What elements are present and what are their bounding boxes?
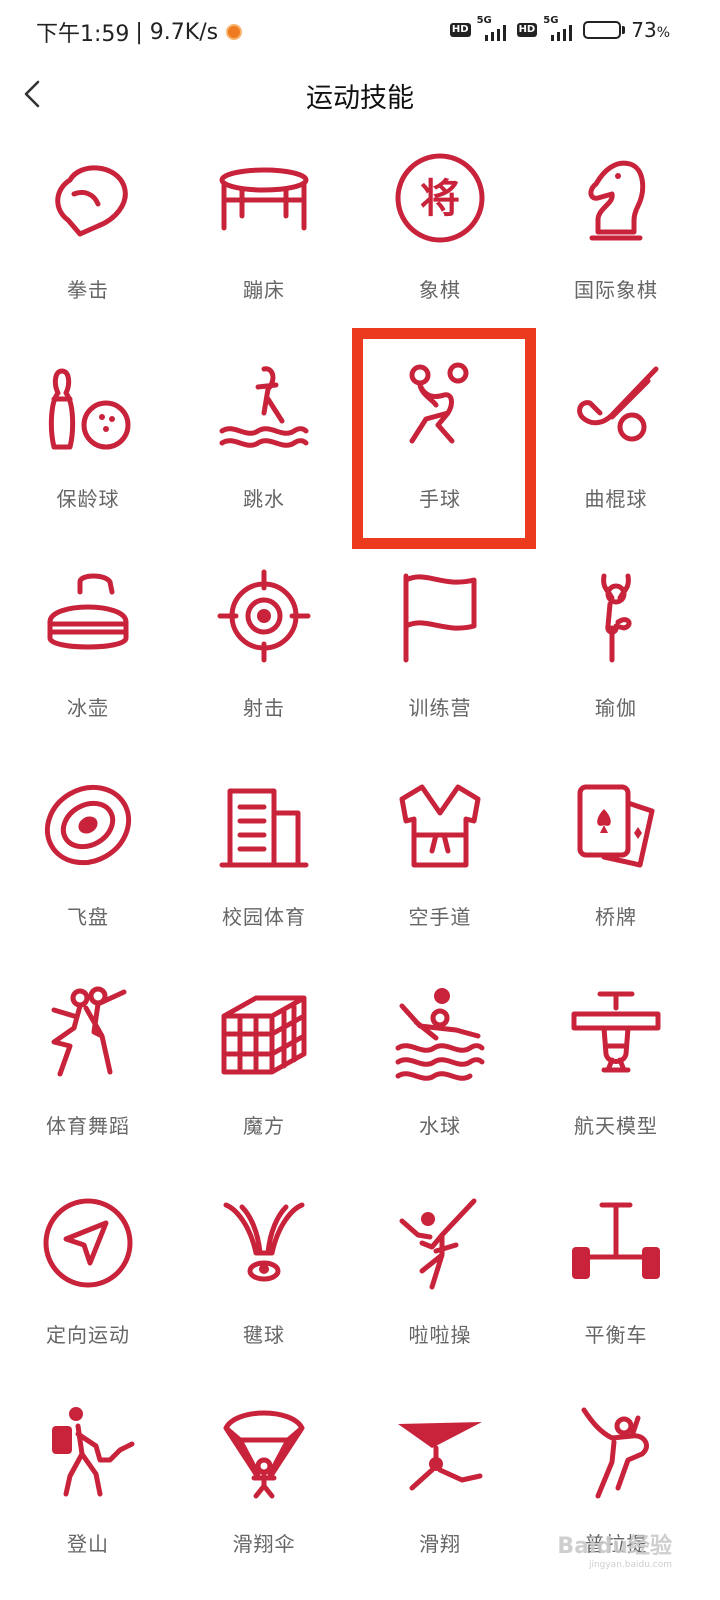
paraglider-icon	[216, 1404, 312, 1500]
balance-scooter-icon	[568, 1195, 664, 1291]
shuttlecock-icon	[216, 1195, 312, 1291]
signal-5g-icon-2: 5G	[543, 15, 577, 41]
skill-item-16[interactable]: 体育舞蹈	[0, 976, 176, 1185]
chess-knight-icon	[568, 150, 664, 246]
skill-item-14[interactable]: 空手道	[352, 767, 528, 976]
frisbee-icon	[40, 777, 136, 873]
hang-glider-icon	[392, 1404, 488, 1500]
network-speed: | 9.7K/s	[135, 19, 219, 45]
skill-item-25[interactable]: 滑翔伞	[176, 1394, 352, 1600]
skill-item-2[interactable]: 将象棋	[352, 140, 528, 349]
skill-label: 飞盘	[67, 905, 109, 929]
skill-label: 魔方	[243, 1114, 285, 1138]
skill-item-12[interactable]: 飞盘	[0, 767, 176, 976]
trampoline-icon	[216, 150, 312, 246]
highlight-box	[352, 328, 536, 549]
skill-item-26[interactable]: 滑翔	[352, 1394, 528, 1600]
battery-percent: 73%	[631, 18, 670, 42]
skill-item-7[interactable]: 曲棍球	[528, 349, 704, 558]
skill-label: 航天模型	[574, 1114, 658, 1138]
skill-label: 冰壶	[67, 696, 109, 720]
page-header: 运动技能	[0, 64, 720, 124]
clock: 下午1:59	[36, 22, 130, 47]
skill-item-17[interactable]: 魔方	[176, 976, 352, 1185]
skill-label: 拳击	[67, 278, 109, 302]
building-icon	[216, 777, 312, 873]
skill-item-9[interactable]: 射击	[176, 558, 352, 767]
skill-item-24[interactable]: 登山	[0, 1394, 176, 1600]
signal-5g-icon: 5G	[477, 15, 511, 41]
skill-item-20[interactable]: 定向运动	[0, 1185, 176, 1394]
diving-icon	[216, 359, 312, 455]
curling-icon	[40, 568, 136, 664]
skill-label: 体育舞蹈	[46, 1114, 130, 1138]
battery-icon	[583, 21, 626, 39]
skill-item-11[interactable]: 瑜伽	[528, 558, 704, 767]
skill-label: 桥牌	[595, 905, 637, 929]
skill-item-23[interactable]: 平衡车	[528, 1185, 704, 1394]
skill-label: 象棋	[419, 278, 461, 302]
skill-label: 瑜伽	[595, 696, 637, 720]
skill-item-1[interactable]: 蹦床	[176, 140, 352, 349]
status-left: 下午1:59 | 9.7K/s	[36, 16, 243, 48]
cheerleader-icon	[392, 1195, 488, 1291]
skill-label: 曲棍球	[584, 487, 648, 511]
bowling-icon	[40, 359, 136, 455]
skill-label: 保龄球	[56, 487, 120, 511]
skill-item-8[interactable]: 冰壶	[0, 558, 176, 767]
skill-label: 校园体育	[222, 905, 306, 929]
skill-item-0[interactable]: 拳击	[0, 140, 176, 349]
skill-item-18[interactable]: 水球	[352, 976, 528, 1185]
hd-badge: HD	[449, 23, 471, 37]
karate-uniform-icon	[392, 777, 488, 873]
hd-badge-2: HD	[516, 23, 538, 37]
playing-cards-icon	[568, 777, 664, 873]
watermark-logo: Baidu经验 jingyan.baidu.com	[557, 1534, 672, 1570]
rubiks-cube-icon	[216, 986, 312, 1082]
skill-label: 滑翔	[419, 1532, 461, 1556]
page-title: 运动技能	[306, 83, 414, 114]
pilates-icon	[568, 1404, 664, 1500]
water-polo-icon	[392, 986, 488, 1082]
skill-item-15[interactable]: 桥牌	[528, 767, 704, 976]
hockey-icon	[568, 359, 664, 455]
svg-text:将: 将	[420, 176, 460, 222]
skill-item-13[interactable]: 校园体育	[176, 767, 352, 976]
status-right: HD 5G HD 5G 73%	[449, 15, 670, 42]
boxing-glove-icon	[40, 150, 136, 246]
skill-label: 国际象棋	[574, 278, 658, 302]
skill-item-21[interactable]: 毽球	[176, 1185, 352, 1394]
target-icon	[216, 568, 312, 664]
skill-label: 射击	[243, 696, 285, 720]
yoga-icon	[568, 568, 664, 664]
skill-item-19[interactable]: 航天模型	[528, 976, 704, 1185]
skill-label: 啦啦操	[408, 1323, 472, 1347]
hiker-icon	[40, 1404, 136, 1500]
skill-item-5[interactable]: 跳水	[176, 349, 352, 558]
skill-label: 训练营	[408, 696, 472, 720]
skill-label: 蹦床	[243, 278, 285, 302]
airplane-model-icon	[568, 986, 664, 1082]
skill-label: 跳水	[243, 487, 285, 511]
skill-label: 平衡车	[584, 1323, 648, 1347]
skill-item-4[interactable]: 保龄球	[0, 349, 176, 558]
dance-couple-icon	[40, 986, 136, 1082]
chinese-chess-icon: 将	[392, 150, 488, 246]
notification-dot-icon	[226, 24, 243, 40]
status-bar: 下午1:59 | 9.7K/s HD 5G HD 5G 73%	[0, 0, 720, 64]
skill-label: 滑翔伞	[232, 1532, 296, 1556]
skill-label: 定向运动	[46, 1323, 130, 1347]
flag-icon	[392, 568, 488, 664]
skill-label: 登山	[67, 1532, 109, 1556]
skill-item-22[interactable]: 啦啦操	[352, 1185, 528, 1394]
skill-label: 毽球	[243, 1323, 285, 1347]
skill-item-10[interactable]: 训练营	[352, 558, 528, 767]
skill-item-3[interactable]: 国际象棋	[528, 140, 704, 349]
skill-label: 空手道	[408, 905, 472, 929]
skill-label: 水球	[419, 1114, 461, 1138]
compass-arrow-icon	[40, 1195, 136, 1291]
